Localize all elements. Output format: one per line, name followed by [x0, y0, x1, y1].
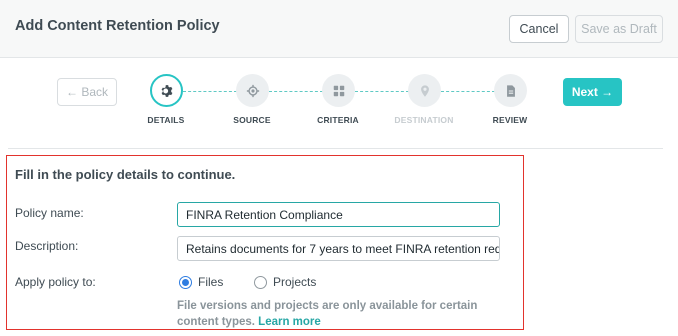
gear-icon — [161, 84, 172, 97]
policy-name-input[interactable]: FINRA Retention Compliance — [177, 202, 500, 227]
step-details[interactable] — [150, 74, 183, 107]
radio-projects[interactable]: Projects — [254, 275, 316, 289]
target-icon — [246, 84, 259, 97]
step-destination — [408, 74, 441, 107]
description-label: Description: — [15, 239, 79, 253]
radio-button-selected[interactable] — [179, 275, 192, 289]
document-icon — [506, 84, 515, 97]
location-pin-icon — [420, 84, 429, 97]
back-button[interactable]: ← Back — [57, 78, 117, 106]
step-label-destination: DESTINATION — [394, 115, 454, 125]
step-connector — [269, 91, 323, 92]
step-connector — [441, 91, 495, 92]
step-label-source: SOURCE — [233, 115, 271, 125]
step-criteria[interactable] — [322, 74, 355, 107]
save-as-draft-button[interactable]: Save as Draft — [575, 15, 663, 43]
radio-projects-label: Projects — [273, 275, 317, 289]
step-connector — [355, 91, 409, 92]
step-label-review: REVIEW — [492, 115, 528, 125]
divider — [8, 148, 663, 149]
cancel-button[interactable]: Cancel — [509, 15, 569, 43]
policy-name-label: Policy name: — [15, 206, 84, 220]
step-connector — [183, 91, 237, 92]
radio-button[interactable] — [254, 275, 267, 289]
description-input[interactable]: Retains documents for 7 years to meet FI… — [177, 236, 500, 261]
help-text: File versions and projects are only avai… — [177, 298, 517, 330]
dialog-header: Add Content Retention Policy Cancel Save… — [0, 0, 678, 58]
apply-policy-label: Apply policy to: — [15, 275, 96, 289]
step-label-criteria: CRITERIA — [317, 115, 359, 125]
learn-more-link[interactable]: Learn more — [258, 316, 321, 328]
help-text-body: File versions and projects are only avai… — [177, 300, 478, 328]
step-label-details: DETAILS — [147, 115, 185, 125]
next-button[interactable]: Next → — [563, 78, 622, 106]
step-review[interactable] — [494, 74, 527, 107]
radio-files-label: Files — [198, 275, 224, 289]
form-heading: Fill in the policy details to continue. — [15, 167, 236, 182]
page-title: Add Content Retention Policy — [15, 18, 220, 34]
radio-files[interactable]: Files — [179, 275, 223, 289]
step-source[interactable] — [236, 74, 269, 107]
grid-icon — [333, 85, 344, 96]
